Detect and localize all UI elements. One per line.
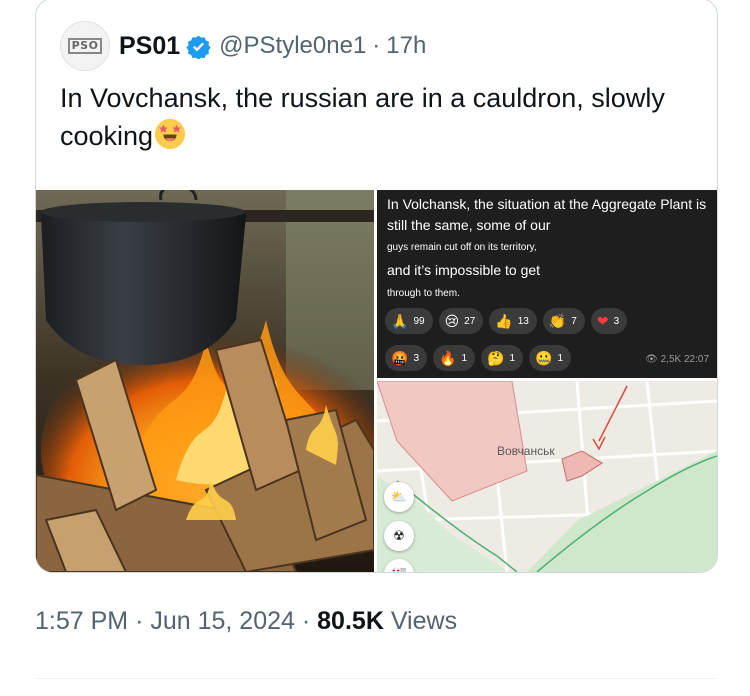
eye-icon: 👁 (645, 354, 658, 365)
reaction-cry: 😢 27 (438, 308, 484, 334)
separator-dot: · (372, 32, 381, 59)
telegram-line-2: guys remain cut off on its territory, (387, 242, 537, 253)
star-struck-emoji-icon (154, 118, 186, 150)
reactions-row-1: 🙏 99 😢 27 👍 13 👏 7 ❤ 3 (385, 308, 715, 334)
post-time[interactable]: 1:57 PM (35, 607, 128, 635)
tweet-footer: 1:57 PM · Jun 15, 2024 · 80.5K Views (35, 607, 457, 636)
footer-separator: · (135, 607, 144, 635)
post-date[interactable]: Jun 15, 2024 (150, 607, 295, 635)
reaction-thumbsup: 👍 13 (489, 308, 537, 334)
reaction-angry: 🤬 3 (385, 345, 427, 371)
telegram-message-screenshot[interactable]: In Volchansk, the situation at the Aggre… (377, 190, 717, 378)
author-handle[interactable]: @PStyle0ne1 (219, 32, 366, 60)
tweet-text-content: In Vovchansk, the russian are in a cauld… (60, 83, 665, 151)
radiation-icon[interactable]: ☢ (384, 521, 414, 551)
telegram-line-4: through to them. (387, 288, 460, 299)
tweet-header: PSO PS01 @PStyle0ne1 · 17h (60, 21, 426, 71)
weather-icon[interactable]: ⛅ (384, 482, 414, 512)
telegram-line-1: In Volchansk, the situation at the Aggre… (387, 196, 707, 233)
views-count[interactable]: 80.5K (317, 607, 384, 635)
map-city-label: Вовчанськ (497, 444, 555, 458)
reaction-heart: ❤ 3 (590, 308, 628, 334)
tweet-card[interactable]: PSO PS01 @PStyle0ne1 · 17h In Vovchansk,… (35, 0, 718, 573)
avatar-logo: PSO (67, 38, 103, 54)
footer-separator: · (301, 607, 311, 635)
verified-badge-icon (186, 35, 211, 59)
views-label: Views (390, 607, 458, 635)
tweet-time[interactable]: 17h (386, 32, 426, 60)
reaction-fire: 🔥 1 (433, 345, 475, 371)
reaction-zipper: 🤐 1 (529, 345, 571, 371)
map-illustration (377, 381, 717, 572)
media-grid: In Volchansk, the situation at the Aggre… (36, 190, 717, 572)
cauldron-over-fire-photo[interactable] (36, 190, 374, 572)
author-name[interactable]: PS01 (119, 32, 180, 61)
reaction-clap: 👏 7 (542, 308, 585, 334)
telegram-line-3: and it’s impossible to get (387, 262, 541, 278)
telegram-views-time: 👁 2,5K 22:07 (645, 354, 709, 365)
divider (35, 678, 716, 679)
cauldron-fire-illustration (36, 190, 374, 572)
map-screenshot[interactable]: Вовчанськ ⛅ ☢ 🏭 (377, 381, 717, 572)
reaction-pray: 🙏 99 (385, 308, 433, 334)
tweet-text: In Vovchansk, the russian are in a cauld… (60, 80, 700, 155)
avatar[interactable]: PSO (60, 21, 110, 71)
reaction-thinking: 🤔 1 (481, 345, 523, 371)
